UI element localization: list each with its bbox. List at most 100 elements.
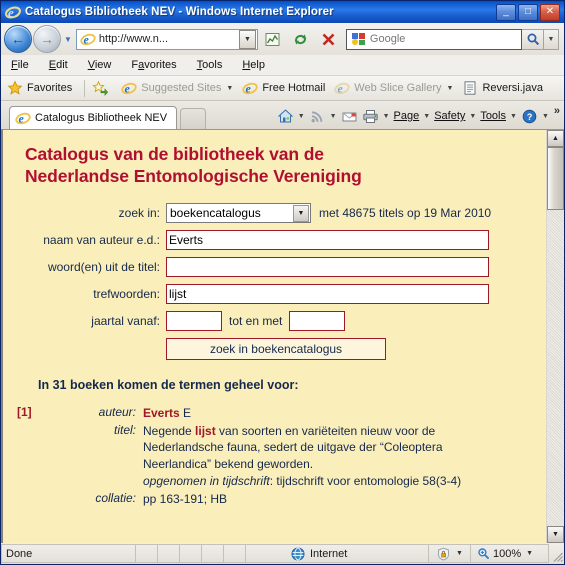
year-from-input[interactable] (166, 311, 222, 332)
favbar-item-reversi-java[interactable]: Reversi.java (462, 80, 543, 96)
tools-menu-button[interactable]: Tools ▼ (480, 110, 517, 122)
home-icon (277, 108, 294, 125)
zoom-icon (477, 547, 490, 560)
address-value[interactable]: http://www.n... (99, 33, 239, 45)
web-page: Catalogus van de bibliotheek van de Nede… (3, 130, 546, 543)
refresh-button[interactable] (288, 26, 314, 52)
resize-grip[interactable] (549, 544, 564, 563)
window-controls: _ □ ✕ (496, 3, 560, 21)
scroll-up-button[interactable]: ▲ (547, 130, 564, 147)
page-viewport: Catalogus van de bibliotheek van de Nede… (1, 129, 564, 543)
submit-search-button[interactable]: zoek in boekencatalogus (166, 338, 386, 361)
title-words-input[interactable] (166, 257, 489, 278)
favbar-item-suggested-sites[interactable]: e Suggested Sites ▼ (121, 80, 233, 96)
menu-file[interactable]: FFileile (11, 59, 29, 71)
keywords-input[interactable]: lijst (166, 284, 489, 305)
favorites-button[interactable]: Favorites (7, 80, 72, 96)
magnifier-icon (527, 33, 539, 46)
chevron-down-icon[interactable]: ▼ (510, 113, 517, 120)
search-options-caret-icon[interactable]: ▼ (544, 28, 559, 50)
recent-pages-caret-icon[interactable]: ▼ (64, 35, 72, 44)
menu-tools[interactable]: Tools (197, 59, 223, 71)
tab-label: Catalogus Bibliotheek NEV (35, 112, 168, 124)
chevron-down-icon[interactable]: ▼ (447, 85, 454, 92)
search-in-select[interactable]: boekencatalogus ▼ (166, 203, 311, 224)
chevron-down-icon[interactable]: ▼ (298, 113, 305, 120)
new-tab-button[interactable] (180, 108, 206, 129)
status-bar: Done Internet ▼ 100% ▼ (1, 543, 564, 564)
menu-favorites[interactable]: Favorites (131, 59, 176, 71)
result-field-clipped (47, 508, 546, 515)
back-button[interactable]: ← (4, 25, 32, 53)
scrollbar-thumb[interactable] (547, 147, 564, 210)
search-input[interactable]: Google (370, 33, 405, 45)
print-button[interactable]: ▼ (362, 108, 390, 125)
safety-menu-button[interactable]: Safety ▼ (434, 110, 476, 122)
close-button[interactable]: ✕ (540, 3, 560, 21)
forward-button[interactable]: → (33, 25, 61, 53)
favbar-item-web-slice-gallery[interactable]: e Web Slice Gallery ▼ (334, 80, 453, 96)
minimize-button[interactable]: _ (496, 3, 516, 21)
result-field-value: Negende lijst van soorten en variëteiten… (143, 423, 503, 473)
home-button[interactable]: ▼ (277, 108, 305, 125)
window-title: Catalogus Bibliotheek NEV - Windows Inte… (25, 6, 334, 18)
result-field-collatie: collatie: pp 163-191; HB (47, 491, 546, 508)
navigation-toolbar: ← → ▼ e http://www.n... ▼ Google ▼ (1, 23, 564, 55)
favbar-item-free-hotmail[interactable]: e Free Hotmail (242, 80, 325, 96)
status-slot-1 (136, 544, 158, 563)
favbar-label: Suggested Sites (141, 82, 222, 94)
security-zone[interactable]: Internet (246, 544, 429, 563)
zoom-control[interactable]: 100% ▼ (471, 544, 549, 563)
titles-count-text: met 48675 titels op 19 Mar 2010 (319, 206, 492, 221)
year-to-input[interactable] (289, 311, 346, 332)
chevron-down-icon[interactable]: ▼ (526, 550, 533, 557)
results-list: [1] auteur: Everts E titel: Negende lijs… (3, 405, 546, 516)
google-icon (351, 32, 367, 46)
tab-catalogus-bibliotheek-nev[interactable]: e Catalogus Bibliotheek NEV (9, 106, 177, 129)
address-bar[interactable]: e http://www.n... ▼ (75, 28, 258, 50)
maximize-button[interactable]: □ (518, 3, 538, 21)
feeds-button[interactable]: ▼ (309, 108, 337, 125)
mail-button[interactable] (341, 108, 358, 125)
chevron-down-icon[interactable]: ▼ (469, 113, 476, 120)
svg-text:e: e (338, 82, 344, 96)
chevron-down-icon[interactable]: ▼ (423, 113, 430, 120)
menu-help[interactable]: Help (242, 59, 265, 71)
protected-mode-indicator[interactable]: ▼ (429, 544, 471, 563)
search-go-button[interactable] (522, 28, 544, 50)
command-bar-overflow-button[interactable]: » (554, 105, 560, 117)
page-menu-button[interactable]: Page ▼ (394, 110, 431, 122)
menu-bar: FFileile Edit View Favorites Tools Help (1, 55, 564, 76)
chevron-down-icon[interactable]: ▼ (330, 113, 337, 120)
author-input[interactable]: Everts (166, 230, 489, 251)
chevron-down-icon[interactable]: ▼ (293, 204, 309, 222)
form-row-search-in: zoek in: boekencatalogus ▼ met 48675 tit… (3, 203, 546, 224)
scroll-down-button[interactable]: ▼ (547, 526, 564, 543)
vertical-scrollbar[interactable]: ▲ ▼ (546, 130, 564, 543)
result-field-key: auteur: (98, 405, 136, 420)
feeds-icon (309, 108, 326, 125)
help-button[interactable]: ? ▼ (521, 108, 549, 125)
status-text: Done (1, 544, 136, 563)
add-to-favorites-bar-button[interactable] (92, 80, 112, 96)
svg-text:e: e (246, 82, 252, 96)
form-row-title-words: woord(en) uit de titel: (3, 257, 546, 278)
menu-view[interactable]: View (88, 59, 112, 71)
chevron-down-icon[interactable]: ▼ (542, 113, 549, 120)
menu-edit[interactable]: Edit (49, 59, 68, 71)
author-label: naam van auteur e.d.: (43, 233, 160, 248)
document-icon (462, 80, 478, 96)
svg-text:e: e (125, 82, 131, 96)
print-icon (362, 108, 379, 125)
stop-button[interactable] (316, 26, 342, 52)
svg-text:?: ? (527, 112, 533, 122)
chevron-down-icon[interactable]: ▼ (383, 113, 390, 120)
status-slot-2 (158, 544, 180, 563)
compatibility-view-button[interactable] (260, 26, 286, 52)
address-dropdown-button[interactable]: ▼ (238, 29, 256, 49)
chevron-down-icon[interactable]: ▼ (456, 550, 463, 557)
favbar-label: Free Hotmail (262, 82, 326, 94)
protected-mode-icon (436, 547, 451, 561)
search-box[interactable]: Google (345, 28, 522, 50)
chevron-down-icon[interactable]: ▼ (226, 85, 233, 92)
